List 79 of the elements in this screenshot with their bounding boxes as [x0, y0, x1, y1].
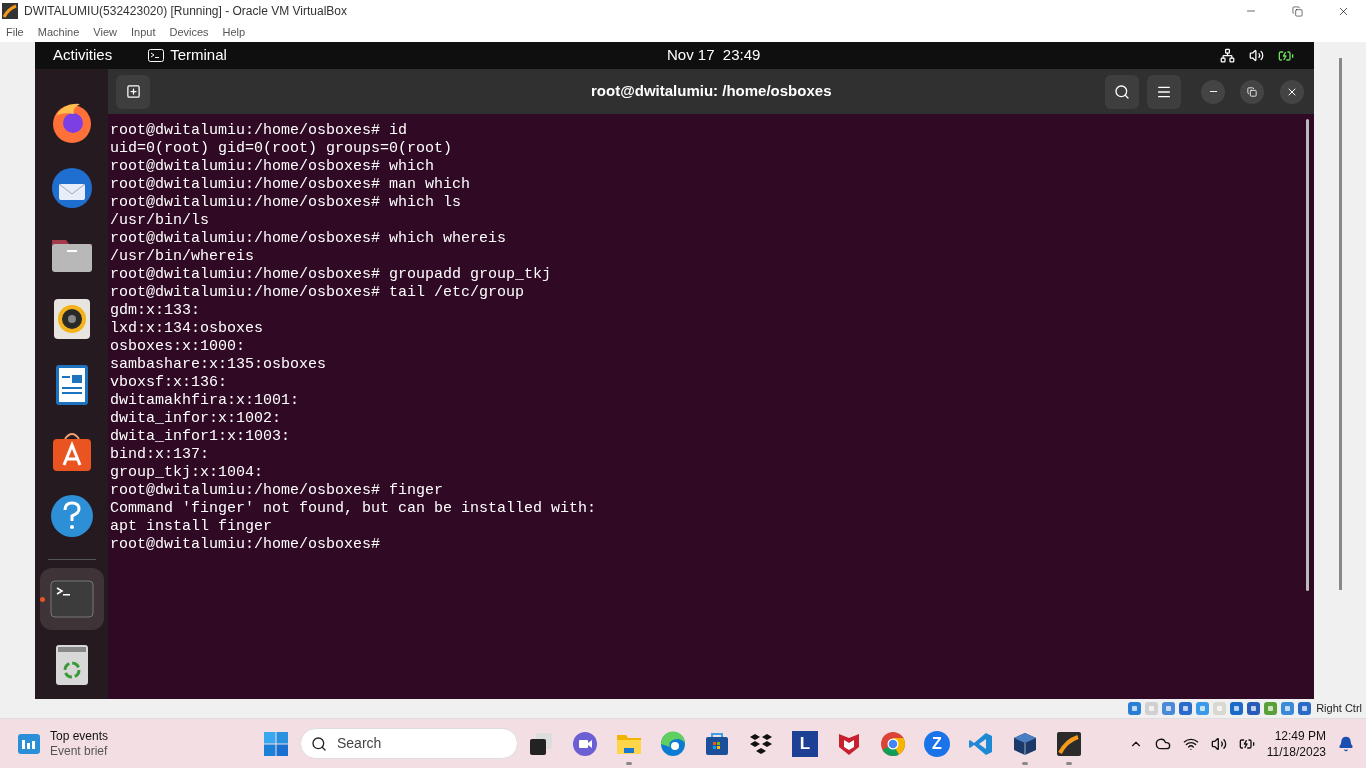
- terminal-line: dwita_infor1:x:1003:: [110, 428, 292, 446]
- close-button[interactable]: [1280, 79, 1304, 104]
- scrollbar[interactable]: [1306, 119, 1309, 591]
- menu-item[interactable]: Devices: [169, 23, 209, 41]
- app-logo-icon: [2, 3, 18, 19]
- app-tile-icon: [1056, 730, 1082, 757]
- menu-item[interactable]: View: [93, 23, 117, 41]
- terminal-line: root@dwitalumiu:/home/osboxes# which ls: [110, 194, 463, 212]
- mail-bird-icon: [49, 166, 94, 210]
- notification-icon[interactable]: [1338, 735, 1354, 752]
- volume-icon[interactable]: [1210, 735, 1227, 752]
- new-tab-button[interactable]: [116, 74, 150, 109]
- question-icon: [49, 494, 94, 539]
- menu-item[interactable]: Machine: [37, 23, 80, 41]
- terminal-line: group_tkj:x:1004:: [110, 464, 265, 482]
- cube-icon: [1012, 730, 1038, 757]
- taskbar-app[interactable]: Z: [922, 721, 952, 766]
- search-icon: [1114, 83, 1130, 100]
- terminal-line: lxd:x:134:osboxes: [110, 320, 265, 338]
- widget-subtitle[interactable]: Event brief: [50, 743, 109, 759]
- app-menu[interactable]: Terminal: [170, 44, 227, 67]
- scrollbar[interactable]: [1338, 58, 1342, 590]
- menu-item[interactable]: File: [6, 23, 24, 41]
- terminal-line: dwita_infor:x:1002:: [110, 410, 283, 428]
- tray-time: 12:49 PM: [1274, 727, 1326, 744]
- search-input[interactable]: Search: [337, 733, 507, 754]
- store-bag-icon: [704, 730, 730, 757]
- terminal-line: apt install finger: [110, 518, 274, 536]
- letter-tile-icon: L: [792, 730, 818, 757]
- running-indicator: [626, 761, 632, 765]
- search-button[interactable]: [1105, 74, 1139, 109]
- terminal-line: osboxes:x:1000:: [110, 338, 247, 356]
- terminal-line: vboxsf:x:136:: [110, 374, 229, 392]
- host-key-label: Right Ctrl: [1316, 701, 1362, 717]
- terminal-title: root@dwitalumiu: /home/osboxes: [591, 81, 832, 102]
- terminal-line: root@dwitalumiu:/home/osboxes# tail /etc/group: [110, 284, 526, 302]
- start-icon[interactable]: [264, 731, 288, 756]
- terminal-line: gdm:x:133:: [110, 302, 201, 320]
- activities-button[interactable]: Activities: [53, 44, 113, 67]
- clock[interactable]: Nov 17 23:49: [667, 44, 761, 67]
- chart-widget-icon[interactable]: [18, 733, 40, 754]
- taskbar-app[interactable]: L: [790, 721, 820, 766]
- new-tab-icon: [125, 84, 141, 99]
- terminal-line: root@dwitalumiu:/home/osboxes# groupadd group_tkj: [110, 266, 553, 284]
- task-view-icon: [528, 730, 554, 757]
- search-field[interactable]: Search: [300, 728, 518, 759]
- terminal-icon: [148, 49, 165, 62]
- running-indicator: [1066, 761, 1072, 765]
- tray-clock[interactable]: 12:49 PM 11/18/2023: [1266, 727, 1326, 760]
- terminal-line: root@dwitalumiu:/home/osboxes# id: [110, 122, 409, 140]
- menu-item[interactable]: Input: [130, 23, 156, 41]
- restore-icon: [1247, 86, 1257, 97]
- terminal-line: /usr/bin/ls: [110, 212, 211, 230]
- video-chat-icon: [572, 730, 598, 757]
- code-ribbon-icon: [968, 730, 994, 757]
- window-title: DWITALUMIU(532423020) [Running] - Oracle VM VirtualBox: [24, 3, 347, 20]
- menu-button[interactable]: [1147, 74, 1181, 109]
- terminal-line: root@dwitalumiu:/home/osboxes# which: [110, 158, 436, 176]
- terminal-line: dwitamakhfira:x:1001:: [110, 392, 301, 410]
- terminal-line: bind:x:137:: [110, 446, 211, 464]
- menu-item[interactable]: Help: [222, 23, 246, 41]
- running-indicator: [1022, 761, 1028, 765]
- terminal-line: uid=0(root) gid=0(root) groups=0(root): [110, 140, 454, 158]
- terminal-line: Command 'finger' not found, but can be installed with:: [110, 500, 598, 518]
- chrome-ball-icon: [880, 730, 906, 757]
- terminal-line: sambashare:x:135:osboxes: [110, 356, 328, 374]
- terminal-line: root@dwitalumiu:/home/osboxes# man which: [110, 176, 472, 194]
- volume-icon[interactable]: [1249, 48, 1264, 63]
- terminal-line: /usr/bin/whereis: [110, 248, 256, 266]
- swirl-globe-icon: [660, 730, 686, 757]
- restore-button[interactable]: [1240, 79, 1264, 104]
- widget-title[interactable]: Top events: [50, 728, 109, 744]
- tray-date: 11/18/2023: [1266, 743, 1326, 760]
- restore-icon: [1291, 5, 1303, 17]
- terminal-line: root@dwitalumiu:/home/osboxes# which whereis: [110, 230, 508, 248]
- terminal-icon: [49, 577, 94, 621]
- search-icon: [311, 735, 327, 752]
- terminal-line: root@dwitalumiu:/home/osboxes# finger: [110, 482, 445, 500]
- terminal-line: root@dwitalumiu:/home/osboxes#: [110, 536, 382, 554]
